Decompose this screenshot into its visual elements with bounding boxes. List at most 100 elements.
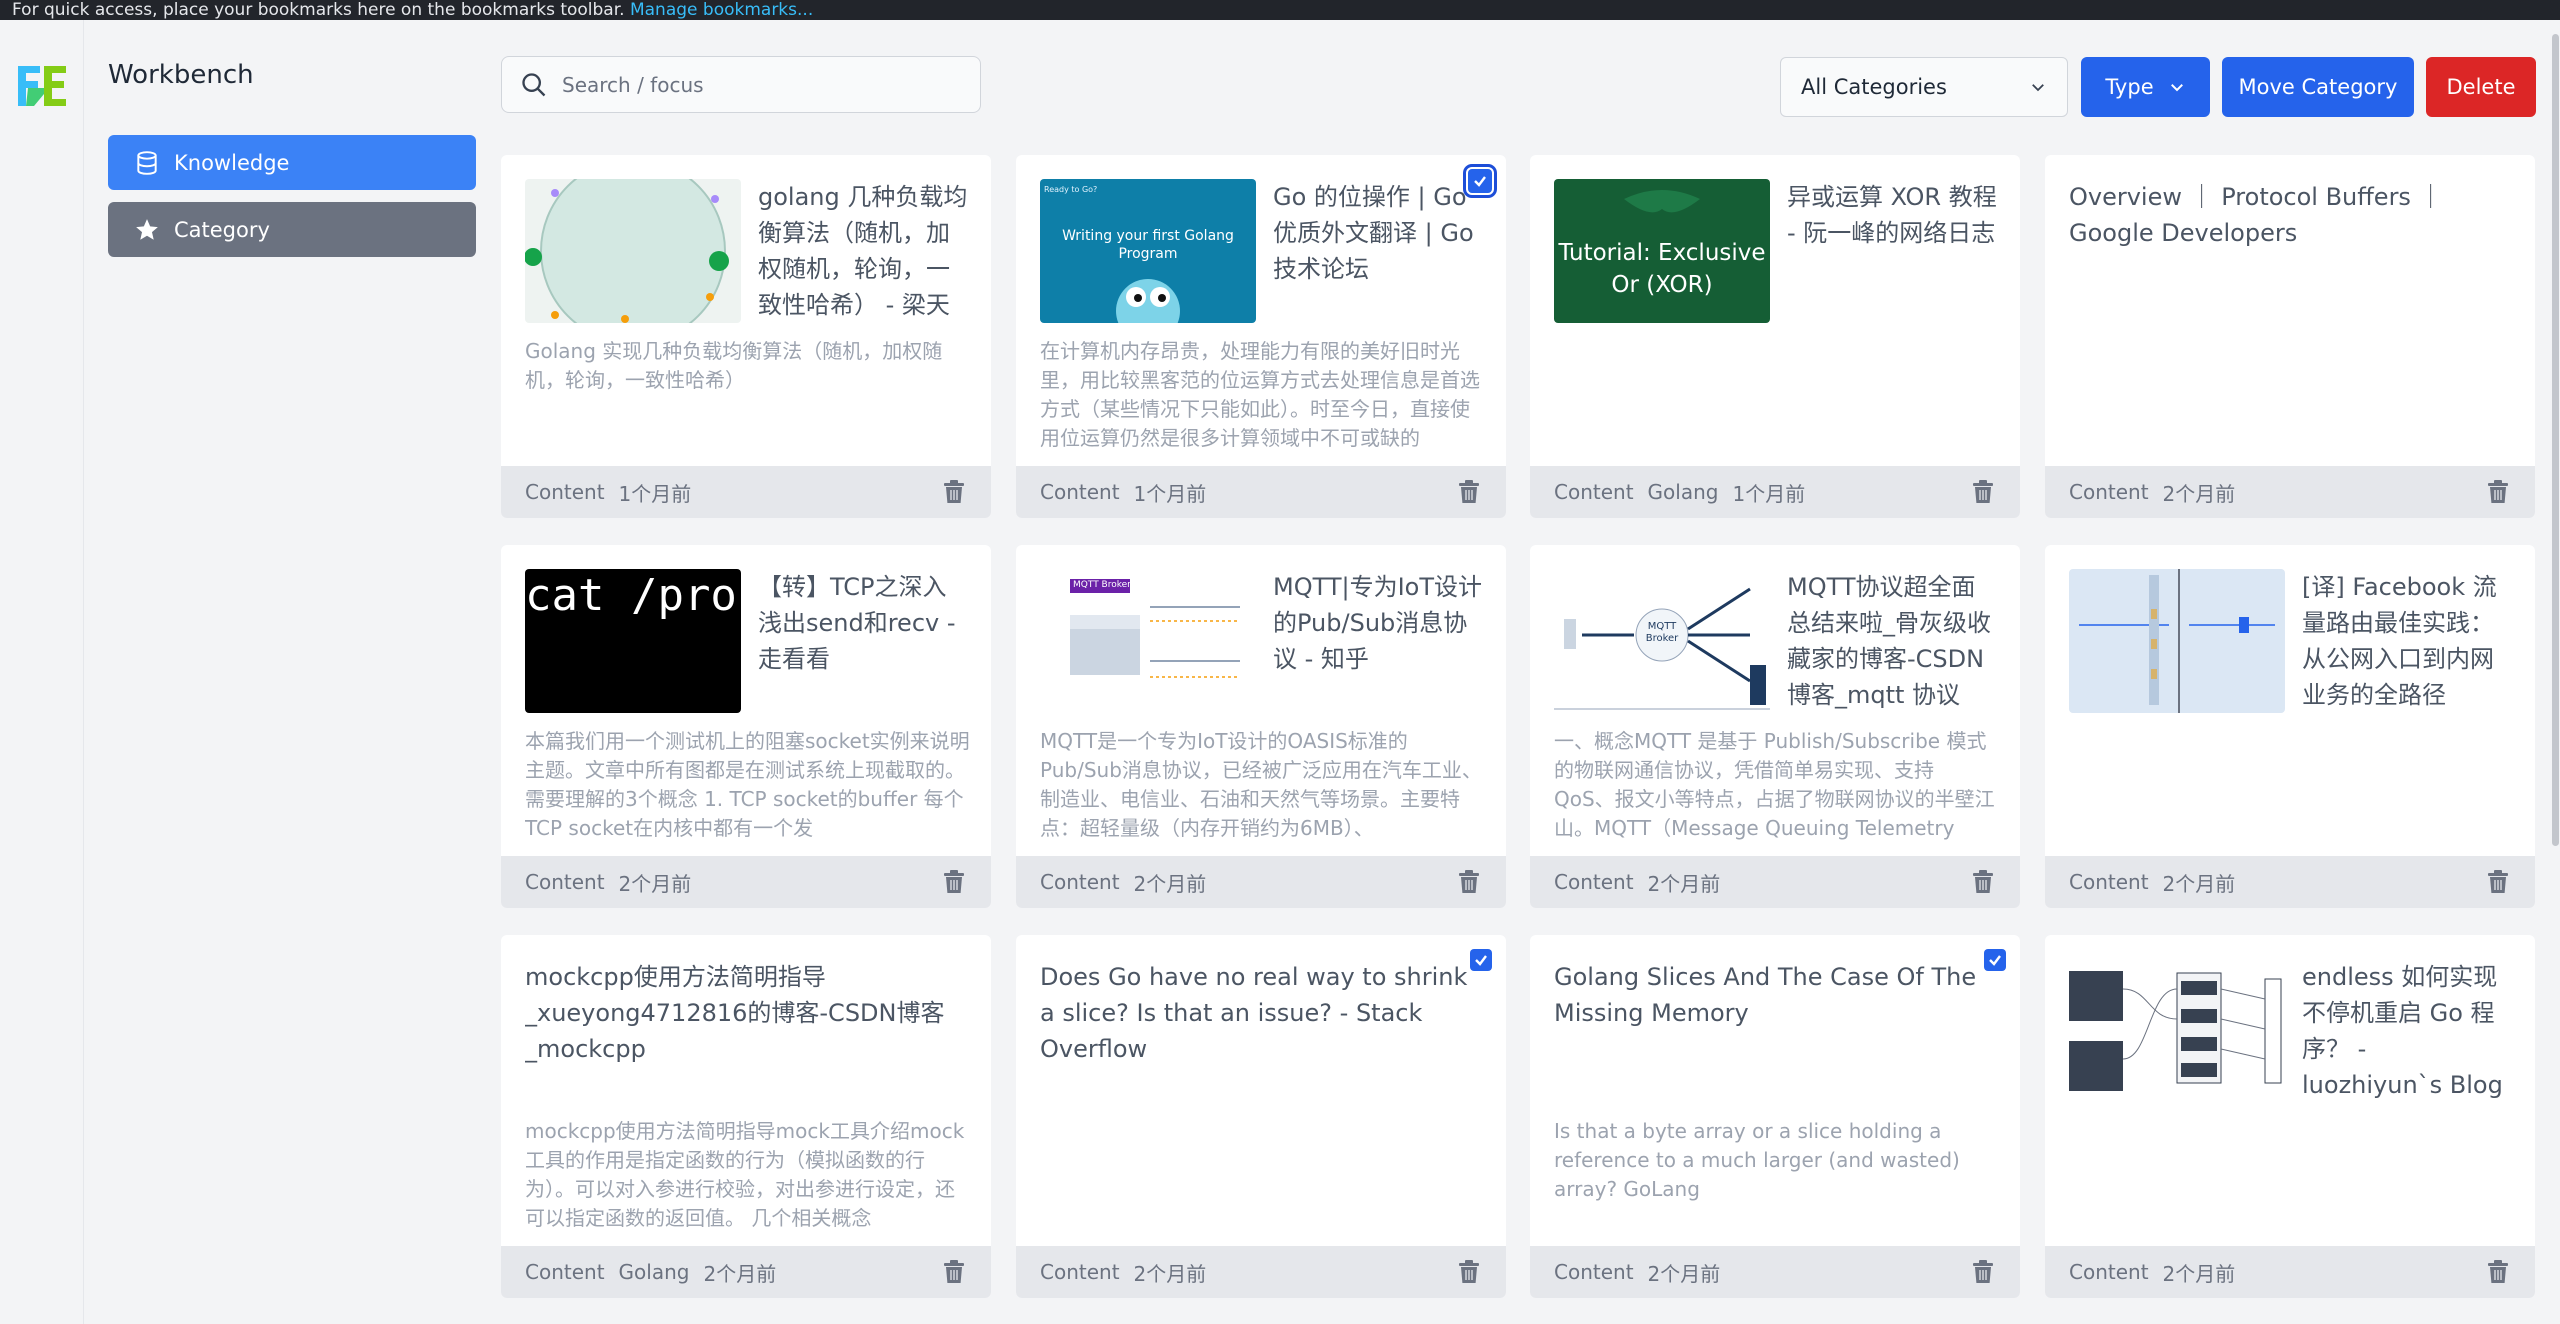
card-thumbnail[interactable] — [2069, 569, 2285, 713]
card-title[interactable]: mockcpp使用方法简明指导_xueyong4712816的博客-CSDN博客… — [525, 959, 967, 1067]
knowledge-card[interactable]: [译] Facebook 流量路由最佳实践：从公网入口到内网业务的全路径 Cont… — [2045, 545, 2535, 908]
card-time: 2个月前 — [618, 871, 692, 896]
card-tag: Content — [2069, 870, 2149, 894]
card-tag: Content — [1554, 480, 1634, 504]
trash-icon[interactable] — [943, 480, 965, 504]
card-footer: Content Golang 2个月前 — [501, 1246, 991, 1298]
card-title[interactable]: Does Go have no real way to shrink a sli… — [1040, 959, 1482, 1067]
card-select-checkbox[interactable] — [1470, 949, 1492, 971]
card-time: 2个月前 — [1647, 871, 1721, 896]
card-title[interactable]: MQTT协议超全面总结来啦_骨灰级收藏家的博客-CSDN博客_mqtt 协议 — [1787, 569, 1999, 713]
trash-icon[interactable] — [2487, 480, 2509, 504]
card-time: 2个月前 — [2162, 481, 2236, 506]
trash-icon[interactable] — [1972, 1260, 1994, 1284]
trash-icon[interactable] — [943, 1260, 965, 1284]
card-title[interactable]: 【转】TCP之深入浅出send和recv - 走看看 — [758, 569, 970, 677]
card-time: 2个月前 — [703, 1261, 777, 1286]
database-icon — [137, 150, 157, 175]
card-title[interactable]: MQTT|专为IoT设计的Pub/Sub消息协议 - 知乎 — [1273, 569, 1485, 677]
card-title[interactable]: golang 几种负载均衡算法（随机，加权随机，轮询，一致性哈希） - 梁天 — [758, 179, 970, 323]
trash-icon[interactable] — [2487, 870, 2509, 894]
knowledge-card[interactable]: MQTT Broker MQTT|专为IoT设计的Pub/Sub消息协议 - 知乎… — [1016, 545, 1506, 908]
card-title[interactable]: Go 的位操作 | Go优质外文翻译 | Go 技术论坛 — [1273, 179, 1485, 287]
thumbnail-text: MQTT Broker — [1073, 580, 1131, 590]
card-description: 本篇我们用一个测试机上的阻塞socket实例来说明主题。文章中所有图都是在测试系… — [525, 729, 970, 840]
card-title[interactable]: 异或运算 XOR 教程 - 阮一峰的网络日志 — [1787, 179, 1999, 251]
card-footer: Content 2个月前 — [1016, 856, 1506, 908]
card-title[interactable]: Golang Slices And The Case Of The Missin… — [1554, 959, 1996, 1031]
trash-icon[interactable] — [1972, 480, 1994, 504]
sidebar-item-category[interactable]: Category — [108, 202, 476, 257]
sidebar-title: Workbench — [108, 60, 254, 90]
delete-button[interactable]: Delete — [2426, 57, 2536, 117]
manage-bookmarks-link[interactable]: Manage bookmarks... — [630, 0, 813, 20]
card-thumbnail[interactable] — [2069, 959, 2285, 1103]
card-thumbnail[interactable] — [525, 179, 741, 323]
knowledge-card[interactable]: Ready to Go? Writing your first Golang Pr… — [1016, 155, 1506, 518]
trash-icon[interactable] — [1458, 1260, 1480, 1284]
card-thumbnail[interactable]: MQTT Broker — [1554, 569, 1770, 713]
card-footer: Content 2个月前 — [2045, 466, 2535, 518]
trash-icon[interactable] — [1458, 480, 1480, 504]
card-footer: Content Golang 1个月前 — [1530, 466, 2020, 518]
app-logo-icon[interactable] — [14, 60, 70, 110]
scrollbar-thumb[interactable] — [2552, 34, 2559, 846]
card-footer: Content 2个月前 — [1530, 856, 2020, 908]
move-category-button[interactable]: Move Category — [2222, 57, 2414, 117]
card-thumbnail[interactable]: cat /proc/ — [525, 569, 741, 713]
bookmarks-toolbar: For quick access, place your bookmarks h… — [0, 0, 2560, 20]
check-icon — [1474, 176, 1486, 187]
knowledge-card[interactable]: mockcpp使用方法简明指导_xueyong4712816的博客-CSDN博客… — [501, 935, 991, 1298]
sidebar-item-label: Category — [174, 217, 270, 242]
trash-icon[interactable] — [1972, 870, 1994, 894]
type-dropdown-button[interactable]: Type — [2081, 57, 2210, 117]
card-tag: Content — [525, 1260, 605, 1284]
card-tag: Content — [1554, 870, 1634, 894]
card-title[interactable]: [译] Facebook 流量路由最佳实践：从公网入口到内网业务的全路径 — [2302, 569, 2514, 713]
card-time: 2个月前 — [1133, 871, 1207, 896]
trash-icon[interactable] — [943, 870, 965, 894]
trash-icon[interactable] — [2487, 1260, 2509, 1284]
chevron-down-icon — [2170, 84, 2183, 92]
search-box[interactable] — [501, 56, 981, 113]
card-tag: Content — [1040, 870, 1120, 894]
card-title[interactable]: endless 如何实现不停机重启 Go 程序？ - luozhiyun`s B… — [2302, 959, 2514, 1103]
card-footer: Content 2个月前 — [501, 856, 991, 908]
left-rail — [0, 20, 84, 1324]
card-time: 1个月前 — [618, 481, 692, 506]
trash-icon[interactable] — [1458, 870, 1480, 894]
card-tag: Content — [525, 870, 605, 894]
type-button-label: Type — [2105, 75, 2154, 99]
knowledge-card[interactable]: Golang Slices And The Case Of The Missin… — [1530, 935, 2020, 1298]
knowledge-card[interactable]: endless 如何实现不停机重启 Go 程序？ - luozhiyun`s B… — [2045, 935, 2535, 1298]
card-footer: Content 2个月前 — [2045, 856, 2535, 908]
card-tag: Content — [1040, 480, 1120, 504]
bookmarks-hint: For quick access, place your bookmarks h… — [12, 0, 625, 20]
card-description: Is that a byte array or a slice holding … — [1554, 1119, 1960, 1201]
thumbnail-text: Writing your first Golang Program — [1062, 228, 1234, 262]
card-thumbnail[interactable]: Ready to Go? Writing your first Golang Pr… — [1040, 179, 1256, 323]
card-description: MQTT是一个专为IoT设计的OASIS标准的Pub/Sub消息协议，已经被广泛… — [1040, 729, 1482, 840]
category-select-value: All Categories — [1801, 75, 1947, 99]
card-thumbnail[interactable]: Tutorial: Exclusive Or (XOR) — [1554, 179, 1770, 323]
card-description: Golang 实现几种负载均衡算法（随机，加权随机，轮询，一致性哈希） — [525, 339, 943, 392]
knowledge-card[interactable]: Overview ｜ Protocol Buffers ｜ Google Dev… — [2045, 155, 2535, 518]
card-time: 2个月前 — [1133, 1261, 1207, 1286]
card-tag: Golang — [1647, 480, 1719, 504]
category-select[interactable]: All Categories — [1780, 57, 2068, 117]
thumbnail-text: MQTT Broker — [1645, 621, 1679, 644]
knowledge-card[interactable]: golang 几种负载均衡算法（随机，加权随机，轮询，一致性哈希） - 梁天 Go… — [501, 155, 991, 518]
card-thumbnail[interactable]: MQTT Broker — [1040, 569, 1256, 713]
thumbnail-text: Ready to Go? — [1044, 185, 1098, 194]
knowledge-card[interactable]: Does Go have no real way to shrink a sli… — [1016, 935, 1506, 1298]
card-title[interactable]: Overview ｜ Protocol Buffers ｜ Google Dev… — [2069, 179, 2511, 251]
card-select-checkbox[interactable] — [1463, 164, 1497, 198]
sidebar-item-knowledge[interactable]: Knowledge — [108, 135, 476, 190]
knowledge-card[interactable]: cat /proc/ 【转】TCP之深入浅出send和recv - 走看看本篇我们… — [501, 545, 991, 908]
card-footer: Content 2个月前 — [1530, 1246, 2020, 1298]
search-input[interactable] — [562, 72, 962, 97]
check-icon — [1475, 955, 1487, 966]
knowledge-card[interactable]: Tutorial: Exclusive Or (XOR) 异或运算 XOR 教程 … — [1530, 155, 2020, 518]
card-select-checkbox[interactable] — [1984, 949, 2006, 971]
knowledge-card[interactable]: MQTT Broker MQTT协议超全面总结来啦_骨灰级收藏家的博客-CSDN博… — [1530, 545, 2020, 908]
